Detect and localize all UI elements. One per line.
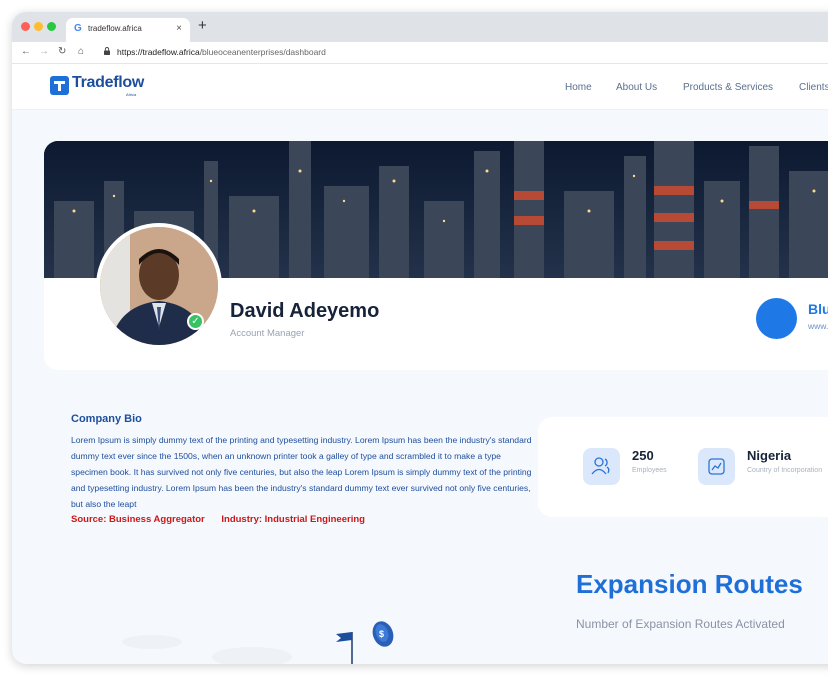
nav-about-us[interactable]: About Us bbox=[616, 82, 657, 93]
close-window-button[interactable] bbox=[21, 22, 30, 31]
home-icon[interactable]: ⌂ bbox=[78, 46, 84, 57]
person-role: Account Manager bbox=[230, 328, 305, 339]
company-bio-text: Lorem Ipsum is simply dummy text of the … bbox=[71, 435, 532, 509]
tab-title: tradeflow.africa bbox=[88, 24, 142, 33]
browser-tab[interactable]: G tradeflow.africa × bbox=[66, 18, 190, 42]
nav-home[interactable]: Home bbox=[565, 82, 592, 93]
company-logo[interactable] bbox=[756, 298, 797, 339]
url-field[interactable]: https://tradeflow.africa/blueoceanenterp… bbox=[117, 47, 326, 57]
maximize-window-button[interactable] bbox=[47, 22, 56, 31]
reload-icon[interactable]: ↻ bbox=[58, 46, 66, 57]
stats-card: 250 Employees Nigeria Country of Incorpo… bbox=[538, 417, 828, 517]
bio-meta: Source: Business Aggregator Industry: In… bbox=[71, 514, 365, 525]
back-icon[interactable]: ← bbox=[21, 46, 31, 57]
tab-close-icon[interactable]: × bbox=[176, 23, 182, 34]
employees-label: Employees bbox=[632, 467, 667, 474]
site-header: Tradeflow Africa Home About Us Products … bbox=[12, 64, 828, 110]
industry-label: Industry: Industrial Engineering bbox=[221, 514, 365, 525]
country-value: Nigeria bbox=[747, 448, 792, 463]
address-bar: ← → ↻ ⌂ https://tradeflow.africa/blueoce… bbox=[12, 42, 828, 64]
company-url[interactable]: www.blueoceanenterprises.com bbox=[808, 321, 828, 331]
logo-text[interactable]: Tradeflow bbox=[72, 74, 144, 92]
expansion-routes-subtitle: Number of Expansion Routes Activated bbox=[576, 617, 785, 631]
url-path: /blueoceanenterprises/dashboard bbox=[199, 47, 326, 57]
verified-icon: ✓ bbox=[187, 313, 204, 330]
employees-value: 250 bbox=[632, 448, 654, 463]
google-favicon-icon: G bbox=[74, 23, 82, 34]
nav-products-services[interactable]: Products & Services bbox=[683, 82, 773, 93]
person-name: David Adeyemo bbox=[230, 300, 380, 322]
coin-icon: $ bbox=[372, 621, 394, 647]
svg-text:$: $ bbox=[379, 629, 384, 639]
profile-card: ✓ David Adeyemo Account Manager Blue Oce… bbox=[44, 141, 828, 370]
minimize-window-button[interactable] bbox=[34, 22, 43, 31]
tradeflow-logo-icon[interactable] bbox=[50, 76, 69, 95]
expansion-illustration: $ bbox=[122, 621, 394, 664]
lock-icon bbox=[104, 47, 110, 55]
browser-window: G tradeflow.africa × + ← → ↻ ⌂ https://t… bbox=[12, 12, 828, 664]
source-label: Source: Business Aggregator bbox=[71, 514, 205, 525]
forward-icon[interactable]: → bbox=[39, 46, 49, 57]
logo-subtext: Africa bbox=[126, 92, 137, 97]
avatar[interactable] bbox=[96, 223, 222, 349]
new-tab-button[interactable]: + bbox=[198, 17, 207, 34]
url-host: https://tradeflow.africa bbox=[117, 47, 200, 57]
tab-bar: G tradeflow.africa × + bbox=[12, 12, 828, 42]
country-label: Country of Incorporation bbox=[747, 467, 823, 474]
company-name[interactable]: Blue Ocean Enterprises bbox=[808, 301, 828, 317]
company-bio-title: Company Bio bbox=[71, 413, 142, 425]
expansion-routes-title: Expansion Routes bbox=[576, 569, 803, 599]
nav-clients[interactable]: Clients bbox=[799, 82, 828, 93]
flag-icon bbox=[336, 632, 353, 664]
people-icon bbox=[583, 448, 620, 485]
chart-icon bbox=[698, 448, 735, 485]
